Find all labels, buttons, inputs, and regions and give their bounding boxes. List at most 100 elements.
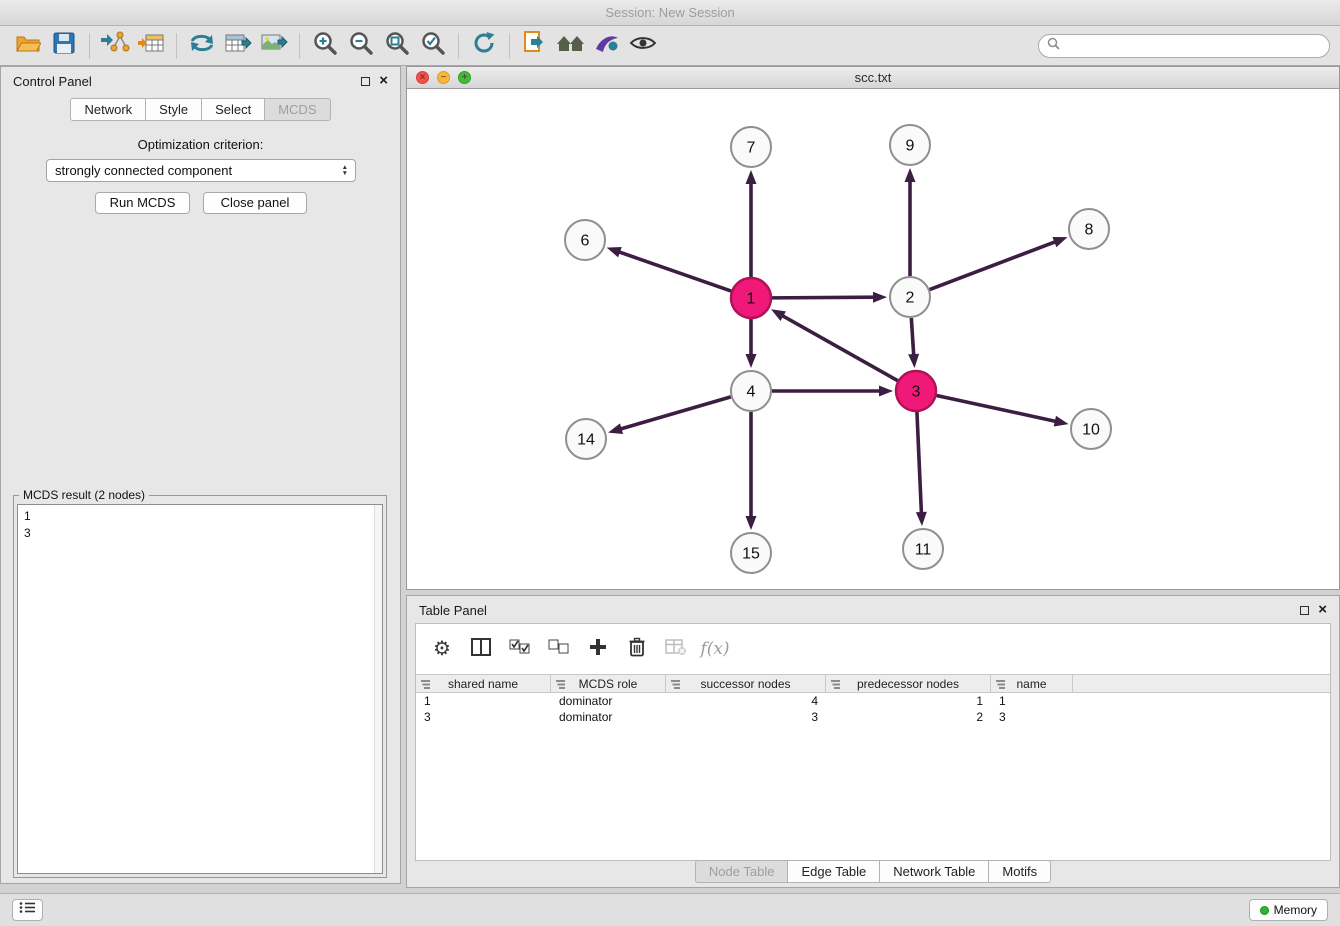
graph-edge-arrow-4-15 xyxy=(746,516,757,530)
graph-edge-arrow-4-3 xyxy=(879,386,893,397)
table-panel-header: Table Panel × xyxy=(407,596,1339,624)
zoom-in-button[interactable] xyxy=(307,30,343,62)
column-header-predecessor-nodes[interactable]: predecessor nodes xyxy=(826,675,991,692)
import-table-icon xyxy=(137,31,165,60)
first-neighbors-button[interactable] xyxy=(184,30,220,62)
zoom-selected-button[interactable] xyxy=(415,30,451,62)
export-image-icon xyxy=(260,31,288,60)
export-table-button[interactable] xyxy=(220,30,256,62)
run-mcds-button[interactable]: Run MCDS xyxy=(95,192,190,214)
table-row[interactable]: 1dominator411 xyxy=(416,693,1330,709)
mcds-result-list[interactable]: 13 xyxy=(17,504,383,874)
zoom-out-icon xyxy=(348,30,374,61)
column-header-shared-name[interactable]: shared name xyxy=(416,675,551,692)
show-columns-button[interactable] xyxy=(469,637,493,661)
graph-edge-3-11[interactable] xyxy=(917,412,922,514)
main-toolbar xyxy=(0,26,1340,66)
column-header-successor-nodes[interactable]: successor nodes xyxy=(666,675,826,692)
tab-mcds[interactable]: MCDS xyxy=(264,98,330,121)
control-panel: Control Panel × NetworkStyleSelectMCDS O… xyxy=(0,66,401,884)
toolbar-separator xyxy=(458,33,459,59)
zoom-out-button[interactable] xyxy=(343,30,379,62)
graph-edge-3-10[interactable] xyxy=(937,395,1057,421)
graph-edge-1-2[interactable] xyxy=(772,297,875,298)
function-builder-button[interactable]: f(x) xyxy=(703,637,727,661)
graph-edge-2-3[interactable] xyxy=(911,318,913,356)
network-graph: 7968124314101511 xyxy=(407,89,1339,589)
delete-table-button[interactable] xyxy=(664,637,688,661)
table-toolbar: ⚙ f(x) xyxy=(416,624,1330,674)
memory-button[interactable]: Memory xyxy=(1249,899,1328,921)
tab-motifs[interactable]: Motifs xyxy=(988,860,1051,883)
tab-network-table[interactable]: Network Table xyxy=(879,860,989,883)
graph-edge-2-8[interactable] xyxy=(930,241,1057,289)
curved-arrows-icon xyxy=(189,32,215,59)
float-table-panel-icon[interactable] xyxy=(1300,606,1309,615)
search-box[interactable] xyxy=(1038,34,1330,58)
window-minimize-icon[interactable]: − xyxy=(437,71,450,84)
graph-edge-4-14[interactable] xyxy=(620,397,731,429)
import-network-button[interactable] xyxy=(97,30,133,62)
select-all-rows-button[interactable] xyxy=(508,637,532,661)
window-close-icon[interactable]: × xyxy=(416,71,429,84)
table-row[interactable]: 3dominator323 xyxy=(416,709,1330,725)
criterion-select[interactable]: strongly connected component ▲ ▼ xyxy=(46,159,356,182)
mcds-result-value: 3 xyxy=(24,525,376,542)
table-content: ⚙ f(x) shared name MCDS role successor nod… xyxy=(415,623,1331,861)
close-panel-icon[interactable]: × xyxy=(379,75,388,87)
copy-network-button[interactable] xyxy=(517,30,553,62)
graph-edge-arrow-2-3 xyxy=(908,354,919,368)
graph-edge-3-1[interactable] xyxy=(781,315,897,381)
graph-edge-arrow-1-6 xyxy=(607,247,622,257)
graph-edge-arrow-2-9 xyxy=(905,168,916,182)
export-image-button[interactable] xyxy=(256,30,292,62)
home-network-button[interactable] xyxy=(553,30,589,62)
graph-edge-1-6[interactable] xyxy=(618,252,731,292)
table-body: 1dominator4113dominator323 xyxy=(416,693,1330,725)
tab-style[interactable]: Style xyxy=(145,98,202,121)
table-cell: 4 xyxy=(666,693,826,709)
eye-icon xyxy=(629,34,657,57)
fx-icon: f(x) xyxy=(700,639,729,659)
task-history-button[interactable] xyxy=(12,899,43,921)
graph-node-label-8: 8 xyxy=(1085,222,1094,239)
save-session-button[interactable] xyxy=(46,30,82,62)
column-header-label: predecessor nodes xyxy=(857,677,959,691)
window-zoom-icon[interactable]: + xyxy=(458,71,471,84)
tab-network[interactable]: Network xyxy=(70,98,146,121)
close-panel-button[interactable]: Close panel xyxy=(203,192,307,214)
mcds-result-title: MCDS result (2 nodes) xyxy=(19,488,149,502)
column-header-name[interactable]: name xyxy=(991,675,1073,692)
criterion-value: strongly connected component xyxy=(55,163,232,178)
column-header-label: MCDS role xyxy=(579,677,638,691)
toolbar-separator xyxy=(299,33,300,59)
float-panel-icon[interactable] xyxy=(361,77,370,86)
delete-column-button[interactable] xyxy=(625,637,649,661)
deselect-all-rows-button[interactable] xyxy=(547,637,571,661)
open-session-button[interactable] xyxy=(10,30,46,62)
refresh-button[interactable] xyxy=(466,30,502,62)
network-window-titlebar[interactable]: × − + scc.txt xyxy=(407,67,1339,89)
search-input[interactable] xyxy=(1065,39,1321,53)
table-cell: dominator xyxy=(551,709,666,725)
network-canvas[interactable]: 7968124314101511 xyxy=(407,89,1339,589)
table-panel: Table Panel × ⚙ f(x) shared name MCDS rol… xyxy=(406,595,1340,888)
zoom-fit-button[interactable] xyxy=(379,30,415,62)
show-hide-button[interactable] xyxy=(625,30,661,62)
import-table-button[interactable] xyxy=(133,30,169,62)
close-table-panel-icon[interactable]: × xyxy=(1318,604,1327,616)
table-settings-button[interactable]: ⚙ xyxy=(430,637,454,661)
memory-label: Memory xyxy=(1274,903,1317,917)
tab-select[interactable]: Select xyxy=(201,98,265,121)
copy-network-icon xyxy=(522,30,548,61)
tab-edge-table[interactable]: Edge Table xyxy=(787,860,880,883)
add-column-button[interactable] xyxy=(586,637,610,661)
result-scrollbar[interactable] xyxy=(374,505,382,873)
graph-edge-arrow-1-7 xyxy=(746,170,757,184)
style-wand-button[interactable] xyxy=(589,30,625,62)
tab-node-table[interactable]: Node Table xyxy=(695,860,789,883)
trash-icon xyxy=(629,637,645,662)
network-view-window: × − + scc.txt 7968124314101511 xyxy=(406,66,1340,590)
graph-edge-arrow-2-8 xyxy=(1052,237,1067,247)
column-header-MCDS-role[interactable]: MCDS role xyxy=(551,675,666,692)
